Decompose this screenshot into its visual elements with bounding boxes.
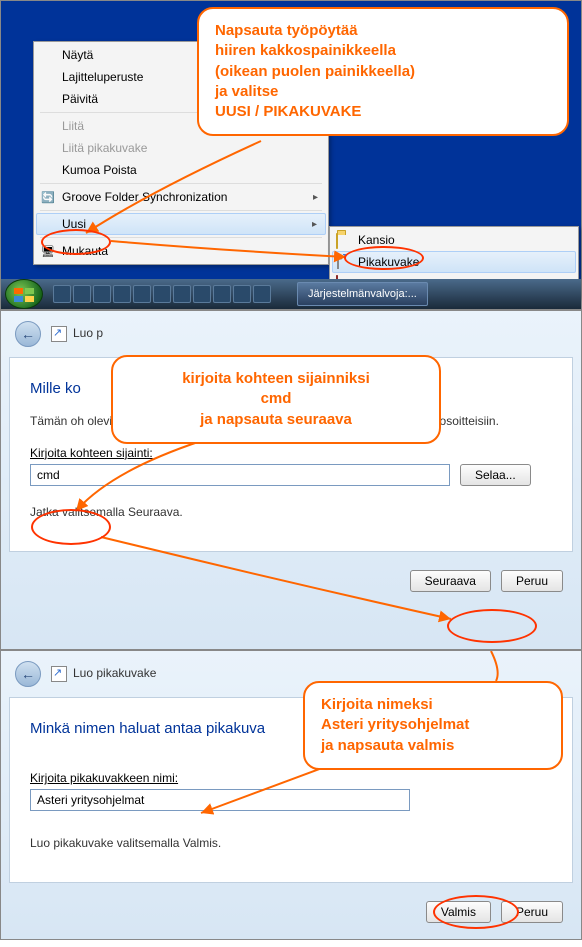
shortcut-wizard-icon <box>51 666 67 682</box>
next-button[interactable]: Seuraava <box>410 570 491 592</box>
ql-icon[interactable] <box>193 285 211 303</box>
ql-icon[interactable] <box>173 285 191 303</box>
ql-icon[interactable] <box>53 285 71 303</box>
name-input[interactable] <box>30 789 410 811</box>
wizard-step1-screenshot: ← Luo p kirjoita kohteen sijainniksi cmd… <box>0 310 582 650</box>
ql-icon[interactable] <box>73 285 91 303</box>
callout-text: Napsauta työpöytää hiiren kakkospainikke… <box>215 22 415 120</box>
back-button[interactable]: ← <box>15 321 41 347</box>
location-input[interactable] <box>30 464 450 486</box>
finish-button[interactable]: Valmis <box>426 901 491 923</box>
personalize-icon: 🖥 <box>40 243 56 259</box>
menu-undo[interactable]: Kumoa Poista <box>36 159 326 181</box>
ql-icon[interactable] <box>93 285 111 303</box>
menu-separator <box>40 210 322 211</box>
start-button[interactable] <box>5 279 43 309</box>
menu-paste-shortcut: Liitä pikakuvake <box>36 137 326 159</box>
desktop-contextmenu-screenshot: Napsauta työpöytää hiiren kakkospainikke… <box>0 0 582 310</box>
instruction-callout-2: kirjoita kohteen sijainniksi cmd ja naps… <box>111 355 441 444</box>
instruction-callout-3: Kirjoita nimeksi Asteri yritysohjelmat j… <box>303 681 563 770</box>
wizard-title: Luo p <box>51 326 103 342</box>
shortcut-wizard-icon <box>51 326 67 342</box>
ql-icon[interactable] <box>213 285 231 303</box>
ql-icon[interactable] <box>253 285 271 303</box>
browse-button[interactable]: Selaa... <box>460 464 531 486</box>
back-button[interactable]: ← <box>15 661 41 687</box>
wizard-footer: Valmis Peruu <box>1 891 581 927</box>
menu-groove[interactable]: 🔄Groove Folder Synchronization <box>36 186 326 208</box>
quicklaunch-icons <box>47 285 277 303</box>
menu-personalize[interactable]: 🖥Mukauta <box>36 240 326 262</box>
wizard-step2-screenshot: ← Luo pikakuvake Kirjoita nimeksi Asteri… <box>0 650 582 940</box>
menu-separator <box>40 237 322 238</box>
submenu-shortcut[interactable]: Pikakuvake <box>332 251 576 273</box>
taskbar: Järjestelmänvalvoja:... <box>1 279 581 309</box>
menu-new[interactable]: Uusi <box>36 213 326 235</box>
shortcut-icon <box>337 254 353 270</box>
ql-icon[interactable] <box>113 285 131 303</box>
ql-icon[interactable] <box>233 285 251 303</box>
submenu-folder[interactable]: Kansio <box>332 229 576 251</box>
folder-icon <box>336 232 352 248</box>
wizard-header: ← Luo p <box>1 311 581 357</box>
wizard-title: Luo pikakuvake <box>51 666 156 682</box>
wizard-footer: Seuraava Peruu <box>1 560 581 596</box>
continue-hint: Jatka valitsemalla Seuraava. <box>30 504 552 521</box>
callout-text: kirjoita kohteen sijainniksi cmd ja naps… <box>182 370 370 428</box>
groove-icon: 🔄 <box>40 189 56 205</box>
location-label: Kirjoita kohteen sijainti: <box>30 446 552 460</box>
name-label: Kirjoita pikakuvakkeen nimi: <box>30 771 552 785</box>
instruction-callout-1: Napsauta työpöytää hiiren kakkospainikke… <box>197 7 569 136</box>
ql-icon[interactable] <box>133 285 151 303</box>
menu-separator <box>40 183 322 184</box>
callout-text: Kirjoita nimeksi Asteri yritysohjelmat j… <box>321 696 469 754</box>
location-row: Selaa... <box>30 464 552 486</box>
taskbar-task-button[interactable]: Järjestelmänvalvoja:... <box>297 282 428 306</box>
highlight-ring-next <box>447 609 537 643</box>
cancel-button[interactable]: Peruu <box>501 570 563 592</box>
finish-hint: Luo pikakuvake valitsemalla Valmis. <box>30 835 552 852</box>
cancel-button[interactable]: Peruu <box>501 901 563 923</box>
ql-icon[interactable] <box>153 285 171 303</box>
